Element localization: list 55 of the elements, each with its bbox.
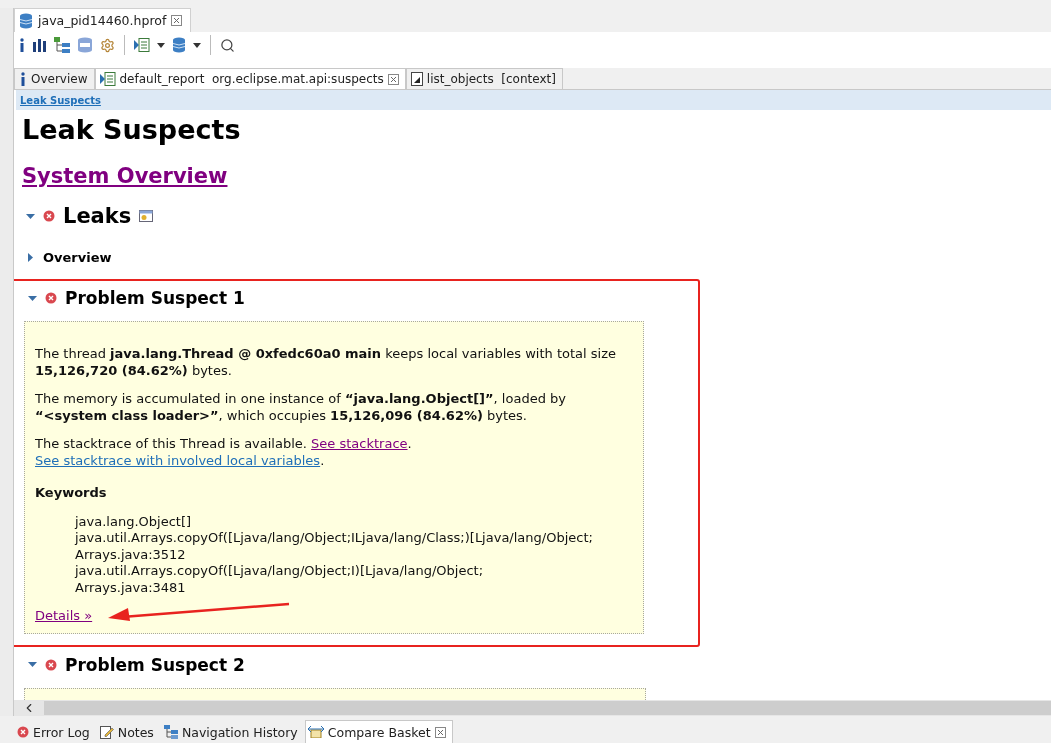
- view-tab[interactable]: Compare Basket: [304, 720, 453, 743]
- report-icon: [99, 72, 116, 86]
- close-icon[interactable]: [171, 15, 183, 26]
- database-gear-icon: [172, 37, 186, 53]
- caret-icon[interactable]: [157, 42, 165, 48]
- close-icon[interactable]: [387, 73, 399, 85]
- settings-icon[interactable]: [100, 37, 115, 53]
- report-tab[interactable]: default_report org.eclipse.mat.api:suspects: [94, 68, 406, 89]
- expand-triangle-icon[interactable]: [26, 253, 35, 262]
- details-link[interactable]: Details »: [35, 608, 93, 625]
- keyword-text: java.util.Arrays.copyOf([Ljava/lang/Object;ILjava/lang/Class;)[Ljava/lang/Object;: [75, 530, 594, 547]
- keyword-text: Arrays.java:3512: [75, 546, 187, 563]
- view-tab[interactable]: Navigation History: [160, 720, 305, 743]
- error-icon: [45, 658, 57, 671]
- report-tab[interactable]: list_objects [context]: [405, 68, 563, 89]
- details-window-icon[interactable]: [139, 210, 154, 222]
- search-icon[interactable]: [220, 37, 235, 53]
- section-title: Problem Suspect 2: [65, 654, 245, 675]
- tree-icon[interactable]: [54, 37, 70, 53]
- bar-chart-icon[interactable]: [33, 38, 47, 52]
- keyword-text: java.lang.Object[]: [75, 513, 193, 530]
- error-icon: [43, 210, 55, 222]
- stacktrace-link[interactable]: See stacktrace: [311, 436, 408, 451]
- horizontal-scrollbar[interactable]: [14, 700, 1051, 716]
- error-log-icon: [17, 726, 29, 738]
- report-icon: [134, 38, 150, 52]
- system-overview-link[interactable]: System Overview: [22, 162, 228, 190]
- compare-arrows-icon: [307, 726, 324, 738]
- keyword-text: Arrays.java:3481: [75, 579, 187, 596]
- collapse-triangle-icon[interactable]: [26, 211, 35, 221]
- page-title: Leak Suspects: [22, 114, 242, 146]
- keyword-text: java.util.Arrays.copyOf([Ljava/lang/Object;I)[Ljava/lang/Object;: [75, 563, 484, 580]
- description-text: The thread java.lang.Thread @ 0xfedc60a0 main keeps local variables with total size 15,126,720 (84.62%) bytes.: [35, 346, 617, 379]
- section-title: Overview: [43, 250, 112, 265]
- description-text: The memory is accumulated in one instance of “java.lang.Object[]”, loaded by “<system class loader>”, which occupies 15,126,096 (84.62%) bytes.: [35, 391, 567, 424]
- view-tab[interactable]: Notes: [96, 720, 161, 743]
- error-icon: [45, 292, 57, 304]
- stacktrace-text: The stacktrace of this Thread is available. See stacktrace. See stacktrace with involved local variables.: [35, 436, 413, 469]
- collapse-triangle-icon[interactable]: [28, 660, 37, 669]
- keywords-heading: Keywords: [35, 485, 108, 502]
- section-title: Problem Suspect 1: [65, 288, 245, 308]
- document-icon: [410, 72, 423, 86]
- view-tab[interactable]: Error Log: [14, 720, 97, 743]
- breadcrumb-link[interactable]: Leak Suspects: [20, 94, 101, 106]
- info-icon: [18, 38, 26, 52]
- caret-icon[interactable]: [193, 42, 201, 48]
- hierarchy-icon: [163, 725, 178, 739]
- section-title: Leaks: [63, 204, 132, 228]
- collapse-triangle-icon[interactable]: [28, 293, 37, 303]
- heap-dump-icon: [19, 12, 33, 29]
- close-icon[interactable]: [434, 726, 446, 738]
- editor-tab[interactable]: java_pid14460.hprof: [14, 8, 192, 32]
- info-icon: [19, 72, 27, 86]
- pencil-note-icon: [99, 725, 114, 739]
- report-tab[interactable]: Overview: [14, 68, 95, 89]
